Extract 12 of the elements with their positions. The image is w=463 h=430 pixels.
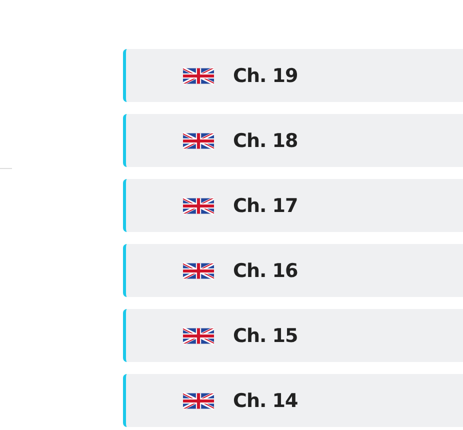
chapter-item[interactable]: Ch. 18 xyxy=(123,114,463,167)
chapter-item[interactable]: Ch. 14 xyxy=(123,374,463,427)
flag-icon xyxy=(183,196,214,216)
chapter-item[interactable]: Ch. 15 xyxy=(123,309,463,362)
flag-icon xyxy=(183,130,214,150)
flag-icon xyxy=(183,326,214,346)
flag-icon xyxy=(183,390,214,410)
flag-icon xyxy=(183,66,214,86)
chapter-item[interactable]: Ch. 17 xyxy=(123,179,463,232)
chapter-item[interactable]: Ch. 19 xyxy=(123,49,463,102)
flag-icon xyxy=(183,260,214,280)
chapter-item[interactable]: Ch. 16 xyxy=(123,244,463,297)
